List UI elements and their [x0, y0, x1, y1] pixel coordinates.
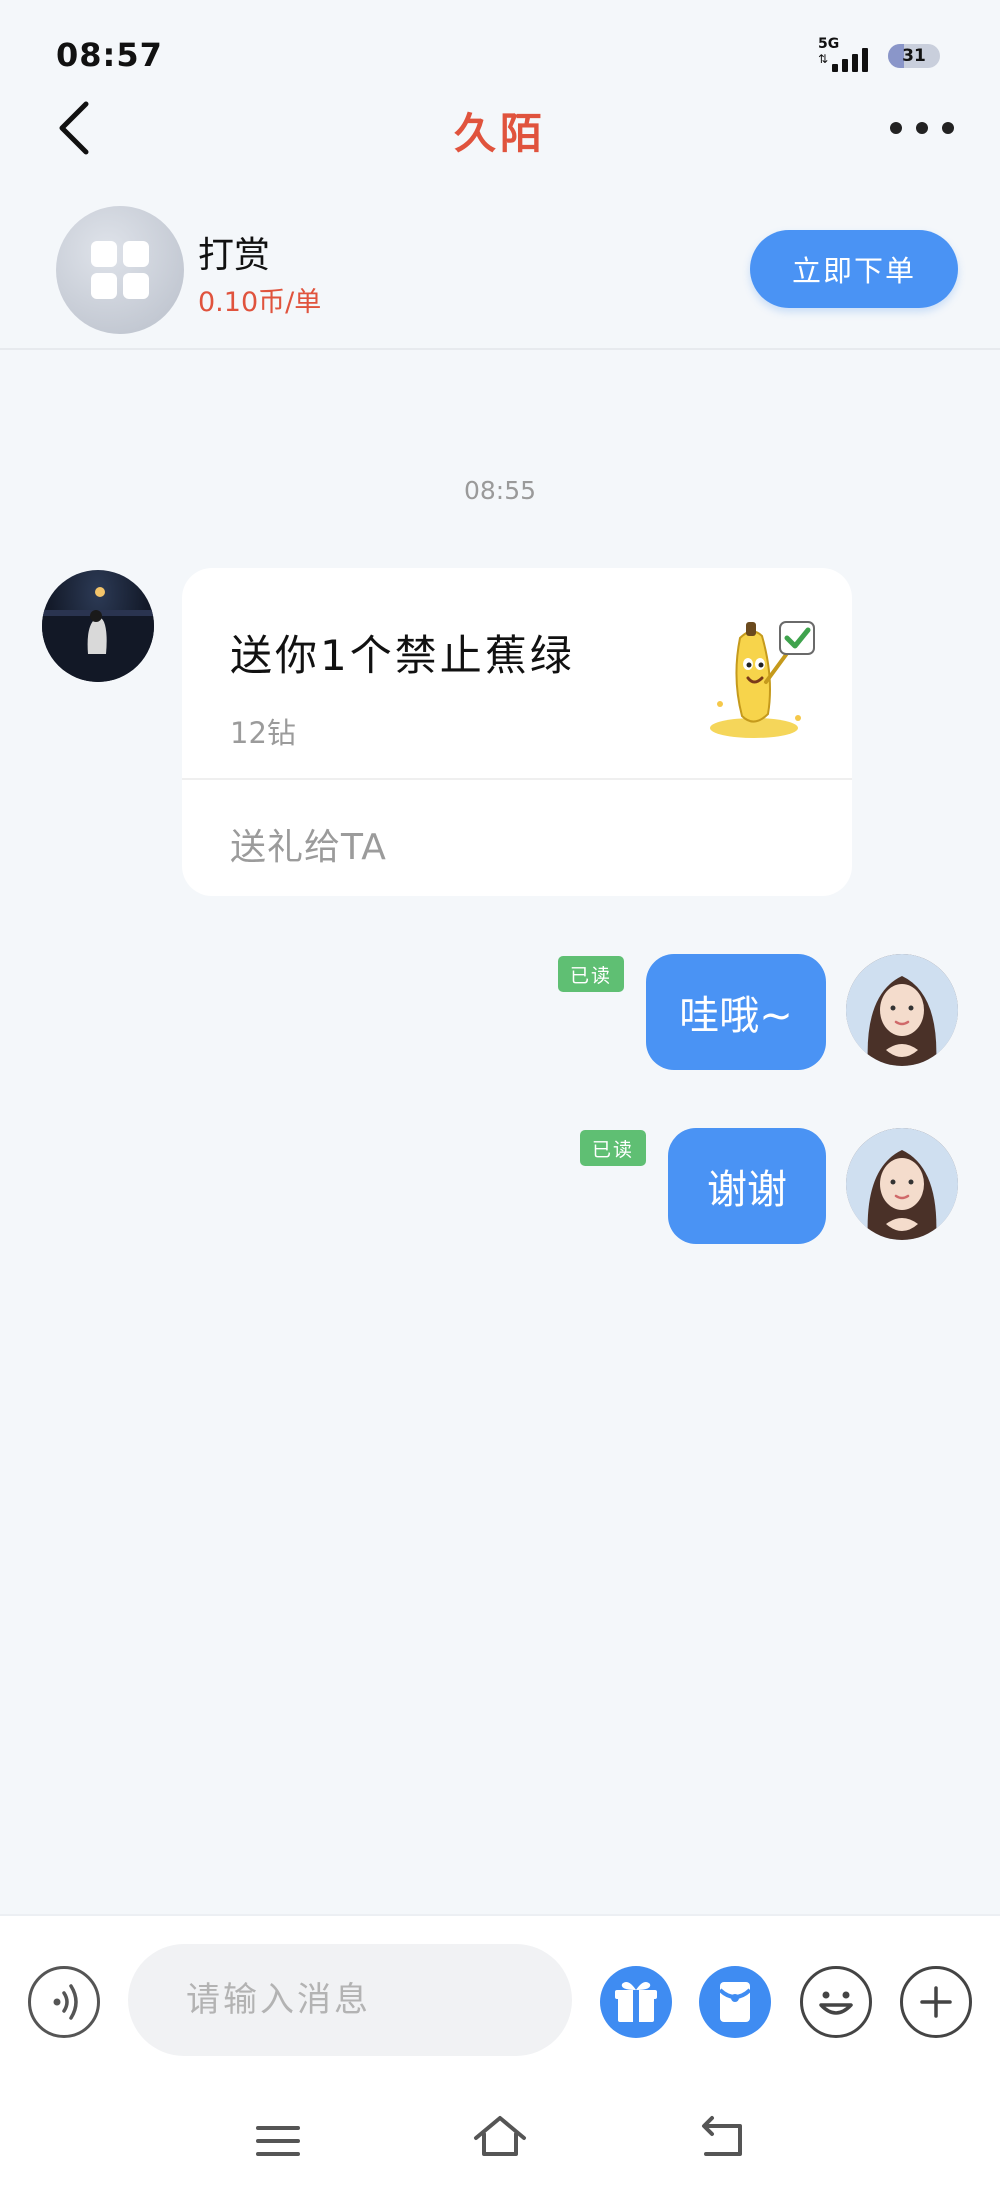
gift-message-card[interactable]: 送你1个禁止蕉绿 12钻 送礼给TA	[182, 568, 852, 896]
battery-icon: 31	[888, 44, 940, 68]
chat-timestamp: 08:55	[463, 476, 537, 505]
banana-mascot-icon	[710, 621, 815, 738]
red-packet-button[interactable]	[699, 1966, 771, 2038]
gift-title: 送你1个禁止蕉绿	[230, 631, 575, 680]
read-status-badge: 已读	[558, 956, 625, 992]
read-status-badge: 已读	[580, 1130, 647, 1166]
message-bubble[interactable]: 哇哦~	[646, 954, 826, 1070]
service-price: 0.10币/单	[198, 287, 322, 318]
gift-card-divider	[182, 778, 852, 780]
plus-button[interactable]	[900, 1966, 972, 2038]
gift-price: 12钻	[230, 716, 296, 750]
home-icon	[474, 2116, 526, 2156]
nav-home-button[interactable]	[470, 2112, 530, 2162]
header-divider	[0, 348, 1000, 350]
order-button[interactable]: 立即下单	[750, 230, 958, 308]
more-horizontal-icon	[890, 122, 902, 134]
avatar-photo	[42, 587, 154, 682]
plus-icon	[920, 1986, 952, 2018]
my-avatar[interactable]	[846, 954, 958, 1066]
gift-icon	[615, 1982, 657, 2022]
message-input[interactable]	[128, 1944, 572, 2056]
menu-icon	[256, 2126, 300, 2156]
sender-avatar[interactable]	[42, 570, 154, 682]
red-packet-icon	[718, 1982, 752, 2022]
apps-grid-icon	[91, 241, 149, 299]
status-indicators: 5G ⇅ 31	[818, 36, 940, 76]
emoji-button[interactable]	[800, 1966, 872, 2038]
nav-back-button[interactable]	[692, 2114, 752, 2164]
service-avatar	[56, 206, 184, 334]
back-icon	[702, 2116, 742, 2156]
avatar-photo	[846, 954, 958, 1066]
nav-menu-button[interactable]	[248, 2116, 308, 2166]
emoji-icon	[819, 1991, 853, 2015]
status-time: 08:57	[56, 36, 163, 74]
message-bubble[interactable]: 谢谢	[668, 1128, 826, 1244]
my-avatar[interactable]	[846, 1128, 958, 1240]
battery-level: 31	[902, 46, 926, 66]
service-name: 打赏	[198, 235, 271, 276]
signal-icon: 5G ⇅	[818, 36, 874, 76]
avatar-photo	[846, 1128, 958, 1240]
gift-button[interactable]	[600, 1966, 672, 2038]
more-button[interactable]	[890, 110, 954, 146]
voice-button[interactable]	[28, 1966, 100, 2038]
send-gift-link[interactable]: 送礼给TA	[230, 818, 387, 870]
voice-icon	[53, 1984, 78, 2020]
page-title: 久陌	[453, 109, 546, 158]
